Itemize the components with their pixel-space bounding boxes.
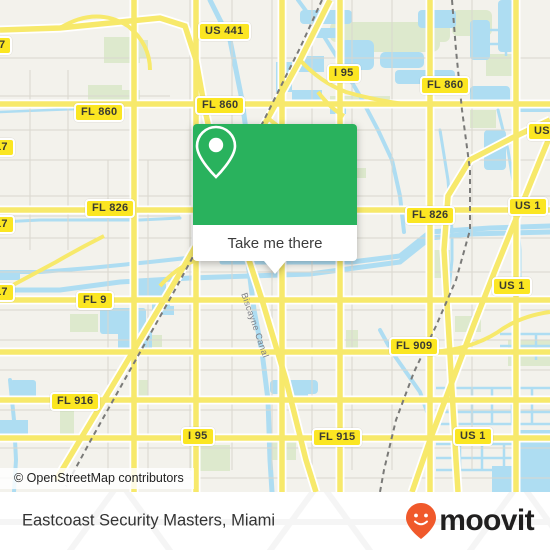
take-me-there-label: Take me there: [227, 234, 323, 252]
road-shield-i-95-top[interactable]: I 95: [327, 64, 361, 83]
road-shield-fl-817-clipped-c[interactable]: 17: [0, 283, 15, 302]
road-shield-fl-817-clipped-a[interactable]: 17: [0, 138, 15, 157]
road-shield-fl-860-right[interactable]: FL 860: [420, 76, 471, 95]
road-shield-fl-826-right[interactable]: FL 826: [405, 206, 456, 225]
road-shield-us-1-right-top[interactable]: US 1: [508, 197, 548, 216]
road-shield-fl-860-left[interactable]: FL 860: [74, 103, 125, 122]
road-shield-us-441[interactable]: US 441: [198, 22, 251, 41]
road-shield-i-95-bottom[interactable]: I 95: [181, 427, 215, 446]
page-footer: Eastcoast Security Masters, Miami moovit: [0, 492, 550, 550]
map-pin-icon: [195, 125, 237, 179]
take-me-there-button[interactable]: Take me there: [193, 225, 357, 261]
road-shield-fl-826-left[interactable]: FL 826: [85, 199, 136, 218]
road-shield-fl-817-clipped-b[interactable]: 17: [0, 215, 15, 234]
road-shield-fl-860-mid[interactable]: FL 860: [195, 96, 246, 115]
popup-card-pointer: [264, 261, 286, 274]
road-shield-fl-7-clipped[interactable]: 7: [0, 36, 13, 55]
road-shield-fl-916[interactable]: FL 916: [50, 392, 101, 411]
moovit-wordmark: moovit: [439, 504, 534, 537]
popup-card-header: [193, 124, 357, 225]
road-shield-fl-9[interactable]: FL 9: [76, 291, 114, 310]
map-canvas[interactable]: Biscayne Canal Take me there 7 US 441 I 95…: [0, 0, 550, 492]
moovit-smiley-pin-icon: [406, 503, 437, 539]
road-shield-us-1-right-mid[interactable]: US 1: [492, 277, 532, 296]
osm-attribution[interactable]: © OpenStreetMap contributors: [0, 468, 194, 489]
road-shield-fl-909[interactable]: FL 909: [389, 337, 440, 356]
road-shield-fl-915[interactable]: FL 915: [312, 428, 363, 447]
moovit-logo[interactable]: moovit: [405, 502, 535, 540]
location-popup-card[interactable]: Take me there: [193, 124, 357, 274]
moovit-location-map: Biscayne Canal Take me there 7 US 441 I 95…: [0, 0, 550, 550]
road-shield-us-1-clipped-top[interactable]: US: [527, 122, 550, 141]
road-shield-us-1-bottom[interactable]: US 1: [453, 427, 493, 446]
location-title: Eastcoast Security Masters, Miami: [22, 511, 276, 530]
